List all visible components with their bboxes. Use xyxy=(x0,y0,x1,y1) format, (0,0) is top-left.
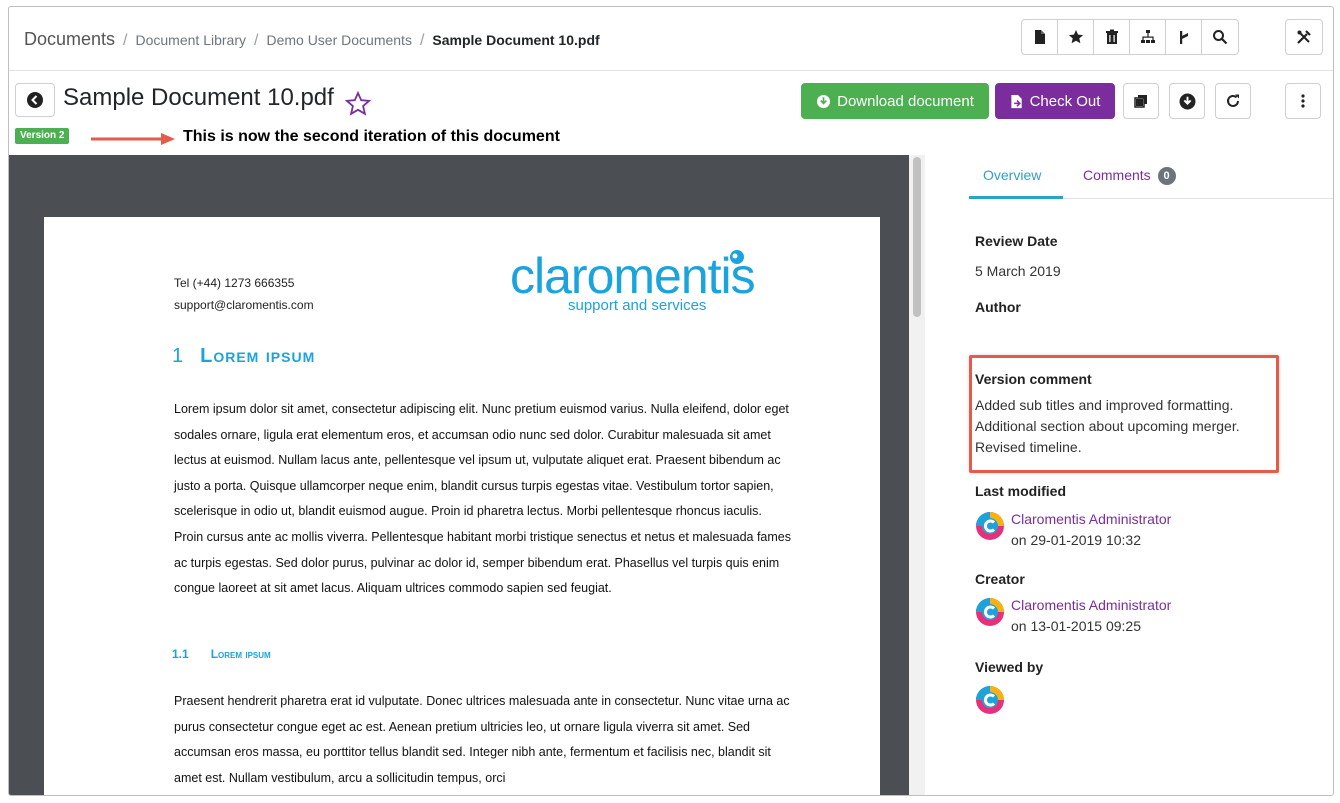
search-button[interactable] xyxy=(1202,20,1238,54)
check-out-button[interactable]: Check Out xyxy=(995,83,1115,119)
paragraph-2: Praesent hendrerit pharetra erat id vulp… xyxy=(174,694,790,785)
workflow-button[interactable] xyxy=(1166,20,1202,54)
contact-block: Tel (+44) 1273 666355 support@claromenti… xyxy=(174,272,314,316)
heading-1: 1 Lorem ipsum xyxy=(172,345,315,368)
avatar[interactable] xyxy=(975,511,1005,541)
download-document-label: Download document xyxy=(837,92,974,110)
comments-count-badge: 0 xyxy=(1157,167,1176,186)
logo-tagline: support and services xyxy=(568,297,707,314)
branch-icon xyxy=(1179,31,1188,44)
download-circle-icon xyxy=(816,94,831,109)
viewed-by-label: Viewed by xyxy=(975,659,1044,675)
check-out-label: Check Out xyxy=(1029,92,1101,110)
checkout-file-icon xyxy=(1010,94,1024,109)
avatar[interactable] xyxy=(975,597,1005,627)
version-comment-text: Added sub titles and improved formatting… xyxy=(975,397,1240,455)
scrollbar-thumb[interactable] xyxy=(913,157,921,317)
creator-person: Claromentis Administrator on 13-01-2015 … xyxy=(1011,595,1171,637)
claromentis-logo: claromentis support and services xyxy=(510,249,760,319)
tab-comments-label: Comments xyxy=(1083,167,1151,183)
download-document-button[interactable]: Download document xyxy=(801,83,989,119)
heading-2-number: 1.1 xyxy=(172,647,189,661)
last-modified-label: Last modified xyxy=(975,483,1067,499)
new-document-button[interactable] xyxy=(1022,20,1058,54)
annotation-arrow-icon xyxy=(91,133,175,145)
document-title: Sample Document 10.pdf xyxy=(63,84,334,111)
creator-date: on 13-01-2015 09:25 xyxy=(1011,618,1141,634)
active-tab-indicator xyxy=(969,196,1063,199)
heading-1-text: Lorem ipsum xyxy=(200,345,316,367)
trash-icon xyxy=(1105,29,1118,44)
app-window: Documents / Document Library / Demo User… xyxy=(8,6,1334,796)
structure-button[interactable] xyxy=(1130,20,1166,54)
review-date-label: Review Date xyxy=(975,233,1058,249)
annotation-text: This is now the second iteration of this… xyxy=(183,128,560,145)
last-modified-user-link[interactable]: Claromentis Administrator xyxy=(1011,509,1171,530)
viewer-scrollbar[interactable] xyxy=(909,155,925,795)
download-circle-icon xyxy=(1179,93,1195,109)
star-icon xyxy=(1068,30,1083,44)
document-icon xyxy=(1034,30,1045,44)
document-viewer[interactable]: Tel (+44) 1273 666355 support@claromenti… xyxy=(9,155,909,795)
email-address: support@claromentis.com xyxy=(174,298,314,312)
breadcrumb-separator: / xyxy=(419,32,425,49)
heading-1-number: 1 xyxy=(172,345,185,367)
avatar[interactable] xyxy=(975,685,1005,715)
last-modified-date: on 29-01-2019 10:32 xyxy=(1011,532,1141,548)
more-options-button[interactable] xyxy=(1285,83,1321,119)
back-arrow-icon xyxy=(27,92,43,108)
logo-bubble-icon xyxy=(730,250,744,264)
download-button[interactable] xyxy=(1169,83,1205,119)
creator-label: Creator xyxy=(975,571,1025,587)
top-bar: Documents / Document Library / Demo User… xyxy=(9,7,1333,71)
breadcrumb-documents[interactable]: Documents xyxy=(24,29,115,50)
version-comment-label: Version comment xyxy=(975,371,1092,387)
document-page: Tel (+44) 1273 666355 support@claromenti… xyxy=(44,217,880,795)
creator-user-link[interactable]: Claromentis Administrator xyxy=(1011,595,1171,616)
back-button[interactable] xyxy=(15,83,55,117)
review-date-value: 5 March 2019 xyxy=(975,263,1061,279)
favourite-star-icon[interactable] xyxy=(345,91,371,117)
versions-button[interactable] xyxy=(1123,83,1159,119)
refresh-icon xyxy=(1227,94,1239,107)
breadcrumb-demo-user-documents[interactable]: Demo User Documents xyxy=(266,32,412,48)
tools-icon xyxy=(1297,30,1311,44)
heading-2-text: Lorem ipsum xyxy=(210,647,271,661)
delete-button[interactable] xyxy=(1094,20,1130,54)
favourites-button[interactable] xyxy=(1058,20,1094,54)
logo-wordmark: claromentis xyxy=(510,248,756,304)
admin-toolgroup xyxy=(1285,19,1323,55)
breadcrumb-separator: / xyxy=(254,32,259,49)
breadcrumb-document-library[interactable]: Document Library xyxy=(136,32,247,48)
admin-tools-button[interactable] xyxy=(1286,20,1322,54)
version-badge: Version 2 xyxy=(15,128,70,144)
breadcrumb: Documents / Document Library / Demo User… xyxy=(24,29,600,50)
details-tabs: Overview Comments 0 xyxy=(969,155,1333,199)
phone-number: Tel (+44) 1273 666355 xyxy=(174,276,295,290)
tab-overview[interactable]: Overview xyxy=(983,167,1041,183)
sitemap-icon xyxy=(1140,30,1155,43)
search-icon xyxy=(1213,30,1228,45)
copy-stack-icon xyxy=(1134,95,1147,108)
vertical-ellipsis-icon xyxy=(1301,94,1305,108)
heading-2: 1.1 Lorem ipsum xyxy=(172,647,271,661)
last-modified-person: Claromentis Administrator on 29-01-2019 … xyxy=(1011,509,1171,551)
breadcrumb-current: Sample Document 10.pdf xyxy=(432,32,600,48)
toolbar-group xyxy=(1021,19,1239,55)
paragraph-1: Lorem ipsum dolor sit amet, consectetur … xyxy=(174,402,791,596)
breadcrumb-separator: / xyxy=(123,32,128,49)
details-panel: Overview Comments 0 Review Date 5 March … xyxy=(925,155,1333,795)
tab-comments[interactable]: Comments 0 xyxy=(1083,167,1176,186)
refresh-button[interactable] xyxy=(1215,83,1251,119)
author-label: Author xyxy=(975,299,1021,315)
